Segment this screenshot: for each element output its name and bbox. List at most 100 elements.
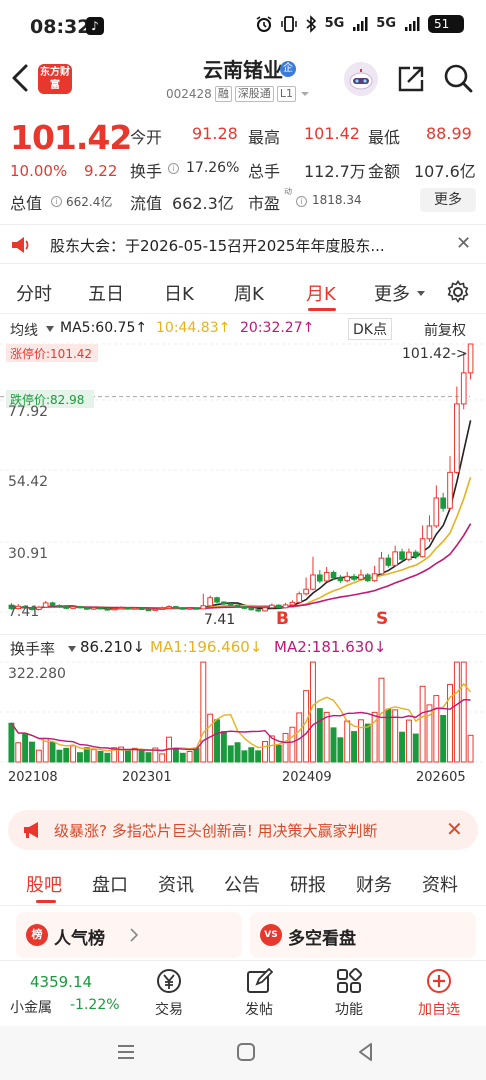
- candle-body: [440, 497, 446, 509]
- turnover-bar: [145, 752, 152, 763]
- volume-value: 112.7万: [304, 162, 366, 181]
- turnover-indicator-label[interactable]: 换手率: [10, 638, 55, 659]
- candle-body: [248, 607, 255, 611]
- turnover-bar: [104, 752, 111, 763]
- last-price-pointer: 101.42->: [402, 346, 468, 362]
- high-value: 101.42: [304, 124, 360, 143]
- more-dropdown-icon[interactable]: [416, 290, 426, 298]
- connect-tag: 深股通: [234, 86, 274, 102]
- sector-index-value[interactable]: 4359.14: [30, 973, 92, 991]
- turnover-bar: [262, 741, 268, 763]
- float-cap-label: 流值: [130, 194, 163, 213]
- turnover-bar: [63, 747, 70, 763]
- turnover-bar: [214, 719, 220, 763]
- close-icon[interactable]: ✕: [446, 817, 463, 841]
- candle-body: [118, 607, 124, 610]
- ad-text[interactable]: 级暴涨? 多指芯片巨头创新高! 用决策大赢家判断: [54, 820, 444, 841]
- pe-label: 市盈: [248, 194, 281, 213]
- back-icon[interactable]: [354, 1040, 378, 1064]
- tab-news[interactable]: 资讯: [158, 871, 194, 897]
- tab-profile[interactable]: 资料: [422, 871, 458, 897]
- long-short-card[interactable]: VS 多空看盘: [250, 912, 476, 958]
- tab-forum[interactable]: 股吧: [26, 871, 62, 897]
- turnover-bar: [220, 731, 227, 763]
- add-circle-icon: [427, 969, 451, 993]
- tab-orderbook[interactable]: 盘口: [92, 871, 128, 897]
- kline-chart[interactable]: 涨停价:101.42 跌停价:82.98 101.42-> 77.92 54.4…: [0, 340, 486, 632]
- bluetooth-icon: [306, 15, 316, 33]
- turnover-bar: [138, 750, 145, 763]
- tab-finance[interactable]: 财务: [356, 871, 392, 897]
- gear-icon[interactable]: [446, 280, 470, 304]
- close-icon[interactable]: ✕: [456, 233, 471, 254]
- tab-daily-k[interactable]: 日K: [164, 280, 194, 306]
- turnover-bar: [70, 745, 77, 763]
- grid-apps-icon: [337, 967, 363, 993]
- dk-point-button[interactable]: DK点: [348, 318, 392, 340]
- candle-body: [399, 551, 405, 560]
- tab-research[interactable]: 研报: [290, 871, 326, 897]
- tab-intraday[interactable]: 分时: [16, 280, 52, 306]
- volume-label: 总手: [248, 162, 281, 181]
- adjust-mode[interactable]: 前复权: [424, 320, 466, 340]
- nav-post[interactable]: 发帖: [224, 967, 294, 1023]
- ma-label[interactable]: 均线: [10, 320, 38, 340]
- sector-index-change: -1.22%: [70, 997, 120, 1013]
- ma20-value: 20:32.27↑: [240, 320, 315, 336]
- tab-monthly-k[interactable]: 月K: [306, 280, 336, 306]
- pe-info-icon[interactable]: i: [296, 196, 307, 207]
- low-label: 最低: [368, 128, 401, 147]
- system-nav-bar: [0, 1026, 486, 1080]
- turnover-chart[interactable]: 322.280: [0, 658, 486, 766]
- candle-body: [186, 607, 193, 610]
- candle-body: [419, 538, 426, 558]
- turnover-bar: [433, 695, 440, 763]
- candle-body: [111, 608, 118, 611]
- tab-weekly-k[interactable]: 周K: [234, 280, 264, 306]
- long-short-title: 多空看盘: [288, 929, 356, 949]
- ma-dropdown-icon[interactable]: [46, 326, 54, 332]
- candle-body: [221, 601, 227, 605]
- turnover-bar: [15, 742, 22, 763]
- turnover-bar: [234, 742, 241, 763]
- nav-add-watchlist[interactable]: 加自选: [404, 967, 474, 1023]
- turnover-bar: [303, 690, 310, 763]
- candle-body: [303, 588, 309, 595]
- turnover-bar: [172, 747, 179, 763]
- candle-body: [145, 608, 152, 612]
- active-section-indicator: [36, 900, 56, 903]
- tab-announcements[interactable]: 公告: [224, 871, 260, 897]
- more-button[interactable]: 更多: [420, 188, 476, 212]
- turnover-info-icon[interactable]: i: [168, 163, 179, 174]
- search-icon[interactable]: [442, 62, 474, 94]
- candle-body: [255, 609, 261, 612]
- tab-more[interactable]: 更多: [374, 280, 410, 306]
- dropdown-icon[interactable]: [299, 88, 311, 100]
- turnover-bar: [49, 741, 56, 763]
- level-tag: L1: [276, 86, 296, 102]
- tab-five-day[interactable]: 五日: [88, 280, 124, 306]
- candle-body: [344, 575, 351, 582]
- announcement-bar[interactable]: 股东大会：于2026-05-15召开2025年年度股东... ✕: [0, 224, 486, 264]
- popularity-card[interactable]: 榜 人气榜: [16, 912, 242, 958]
- candle-body: [262, 607, 268, 612]
- turnover-dropdown-icon[interactable]: [68, 646, 76, 652]
- sector-index-name[interactable]: 小金属: [10, 997, 52, 1017]
- turnover-bar: [193, 747, 200, 763]
- candle-body: [371, 573, 378, 582]
- menu-icon[interactable]: [114, 1040, 138, 1064]
- ai-assistant-icon[interactable]: [344, 62, 378, 96]
- candle-body: [77, 606, 83, 609]
- announcement-text[interactable]: 股东大会：于2026-05-15召开2025年年度股东...: [50, 235, 440, 256]
- y-tick-label: 7.41: [8, 604, 39, 620]
- turnover-ma1: MA1:196.460↓: [150, 638, 263, 656]
- turnover-bar: [268, 735, 275, 763]
- home-icon[interactable]: [234, 1040, 258, 1064]
- ranking-icon: 榜: [26, 924, 48, 946]
- ad-banner[interactable]: 级暴涨? 多指芯片巨头创新高! 用决策大赢家判断 ✕: [8, 810, 478, 850]
- market-cap-value: 662.4亿: [66, 195, 113, 209]
- nav-trade[interactable]: 交易: [134, 967, 204, 1023]
- share-icon[interactable]: [396, 64, 426, 94]
- nav-functions[interactable]: 功能: [314, 967, 384, 1023]
- market-cap-info-icon[interactable]: i: [51, 196, 62, 207]
